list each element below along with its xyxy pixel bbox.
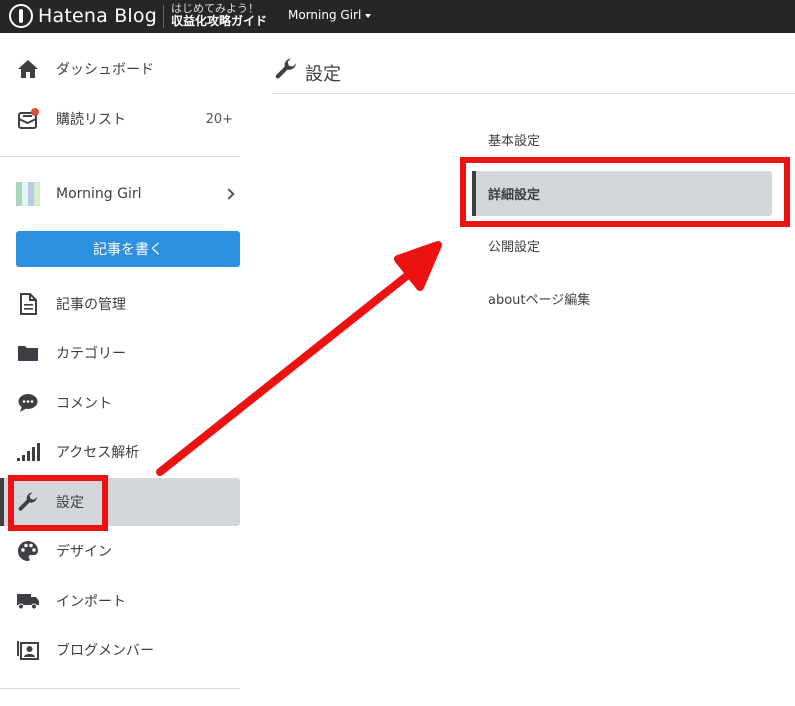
annotation-arrow xyxy=(156,241,442,476)
